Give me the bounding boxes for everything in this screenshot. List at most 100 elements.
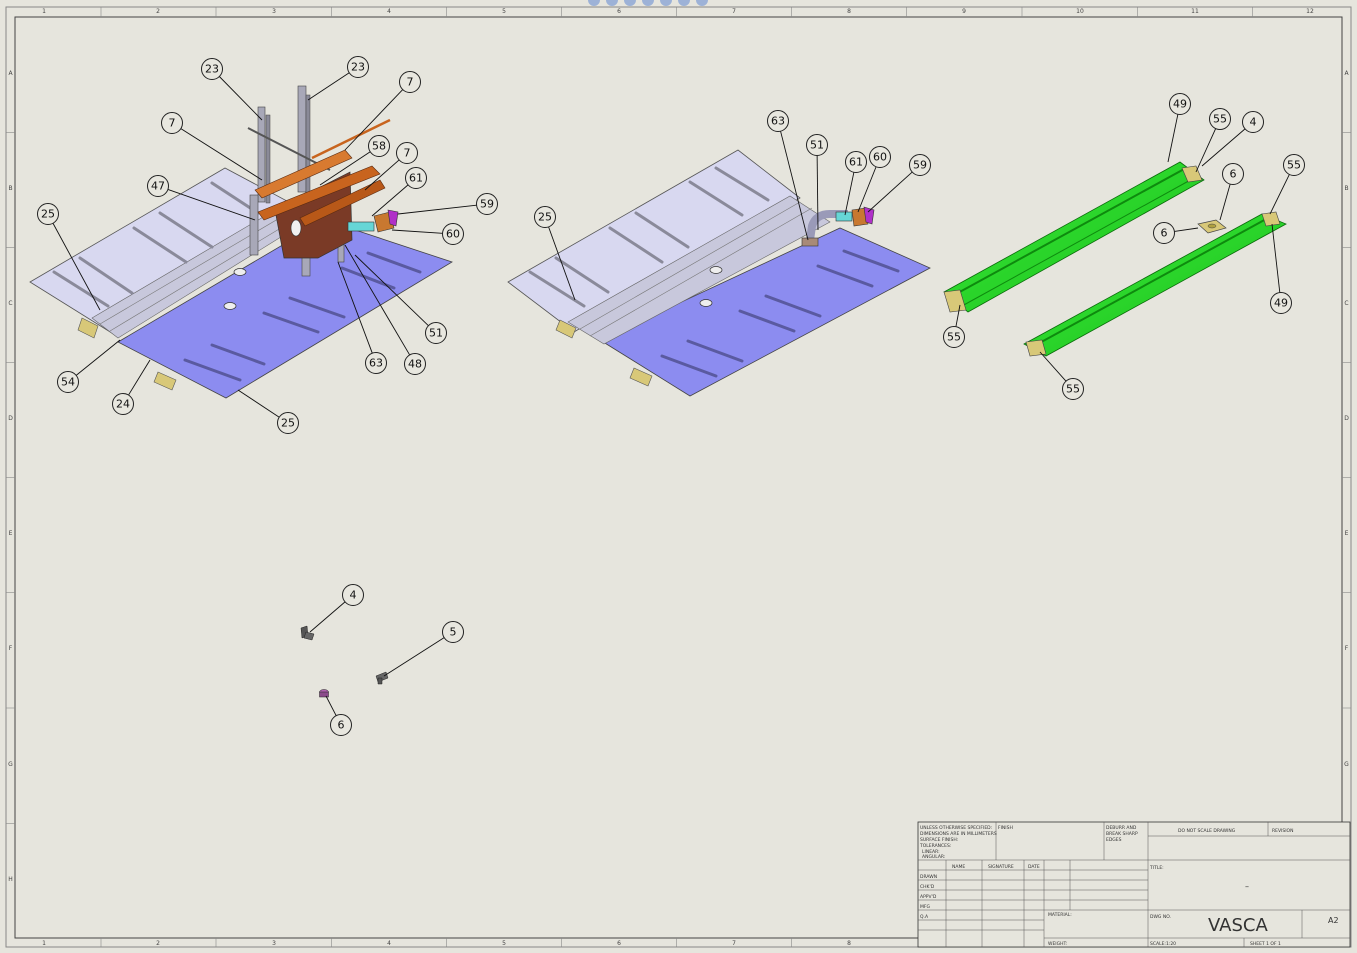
balloon-leader bbox=[857, 166, 877, 213]
zone-label-bottom: 7 bbox=[732, 940, 736, 947]
balloon-number: 59 bbox=[480, 198, 494, 211]
col-name-label: NAME bbox=[952, 864, 965, 870]
zone-label-bottom: 5 bbox=[502, 940, 506, 947]
balloon-7[interactable]: 7 bbox=[396, 142, 418, 164]
balloon-59[interactable]: 59 bbox=[476, 193, 498, 215]
zone-label-right: F bbox=[1345, 645, 1349, 652]
view-left-assembly bbox=[29, 85, 453, 399]
balloon-leader bbox=[844, 172, 855, 216]
zone-label-top: 1 bbox=[42, 8, 46, 15]
balloon-6[interactable]: 6 bbox=[1222, 163, 1244, 185]
balloon-leader bbox=[309, 601, 346, 633]
balloon-number: 48 bbox=[408, 358, 422, 371]
balloon-leader bbox=[1174, 227, 1199, 232]
general-note-line-4: TOLERANCES: bbox=[919, 843, 951, 849]
balloon-23[interactable]: 23 bbox=[201, 58, 223, 80]
balloon-leader bbox=[237, 389, 280, 418]
zone-label-top: 12 bbox=[1306, 8, 1314, 15]
zone-label-bottom: 2 bbox=[156, 940, 160, 947]
balloon-55[interactable]: 55 bbox=[943, 326, 965, 348]
balloon-51[interactable]: 51 bbox=[806, 134, 828, 156]
balloon-number: 7 bbox=[169, 117, 176, 130]
bracket-part-5 bbox=[375, 671, 389, 685]
balloon-47[interactable]: 47 bbox=[147, 175, 169, 197]
zone-label-bottom: 3 bbox=[272, 940, 276, 947]
balloon-25[interactable]: 25 bbox=[37, 203, 59, 225]
leader-lines bbox=[52, 72, 1290, 716]
balloon-60[interactable]: 60 bbox=[442, 223, 464, 245]
balloon-54[interactable]: 54 bbox=[57, 371, 79, 393]
balloon-leader bbox=[867, 171, 913, 213]
zone-label-top: 3 bbox=[272, 8, 276, 15]
balloon-leader bbox=[128, 359, 151, 396]
sheet-border bbox=[5, 6, 1352, 948]
balloon-leader bbox=[1269, 174, 1290, 215]
balloon-number: 58 bbox=[372, 140, 386, 153]
zone-label-top: 5 bbox=[502, 8, 506, 15]
general-note-line-6: ANGULAR: bbox=[922, 854, 945, 860]
balloon-49[interactable]: 49 bbox=[1169, 93, 1191, 115]
balloon-49[interactable]: 49 bbox=[1270, 292, 1292, 314]
sheet-size: A2 bbox=[1328, 916, 1339, 925]
balloon-number: 4 bbox=[350, 589, 357, 602]
balloon-leader bbox=[75, 339, 121, 376]
balloon-59[interactable]: 59 bbox=[909, 154, 931, 176]
view-middle-assembly bbox=[507, 149, 931, 397]
zone-label-top: 7 bbox=[732, 8, 736, 15]
deburr-note-3: EDGES bbox=[1106, 837, 1122, 843]
view-small-parts bbox=[300, 625, 389, 698]
balloon-number: 51 bbox=[429, 327, 443, 340]
balloon-61[interactable]: 61 bbox=[405, 167, 427, 189]
zone-label-left: F bbox=[9, 645, 13, 652]
balloon-60[interactable]: 60 bbox=[869, 146, 891, 168]
copper-bars bbox=[254, 118, 391, 227]
balloon-number: 7 bbox=[407, 76, 414, 89]
balloon-number: 55 bbox=[1287, 159, 1301, 172]
deburr-note-2: BREAK SHARP bbox=[1106, 831, 1138, 837]
zone-label-left: B bbox=[8, 185, 12, 192]
balloon-23[interactable]: 23 bbox=[347, 56, 369, 78]
balloon-48[interactable]: 48 bbox=[404, 353, 426, 375]
balloon-58[interactable]: 58 bbox=[368, 135, 390, 157]
title-dash: – bbox=[1245, 882, 1249, 891]
balloon-number: 55 bbox=[1066, 383, 1080, 396]
balloon-6[interactable]: 6 bbox=[330, 714, 352, 736]
balloon-number: 47 bbox=[151, 180, 165, 193]
balloon-6[interactable]: 6 bbox=[1153, 222, 1175, 244]
balloon-51[interactable]: 51 bbox=[425, 322, 447, 344]
balloon-7[interactable]: 7 bbox=[161, 112, 183, 134]
zone-label-right: C bbox=[1344, 300, 1348, 307]
balloon-55[interactable]: 55 bbox=[1062, 378, 1084, 400]
balloon-55[interactable]: 55 bbox=[1209, 108, 1231, 130]
balloon-number: 23 bbox=[351, 61, 365, 74]
balloon-63[interactable]: 63 bbox=[365, 352, 387, 374]
balloon-number: 61 bbox=[409, 172, 423, 185]
balloon-leader bbox=[397, 204, 477, 215]
zone-label-top: 6 bbox=[617, 8, 621, 15]
deburr-note-1: DEBURR AND bbox=[1106, 825, 1137, 831]
zone-label-right: D bbox=[1344, 415, 1349, 422]
balloon-4[interactable]: 4 bbox=[342, 584, 364, 606]
revision-label: REVISION bbox=[1272, 828, 1293, 834]
row-mfg: MFG bbox=[920, 904, 930, 910]
balloon-61[interactable]: 61 bbox=[845, 151, 867, 173]
balloon-5[interactable]: 5 bbox=[442, 621, 464, 643]
balloon-55[interactable]: 55 bbox=[1283, 154, 1305, 176]
col-signature-label: SIGNATURE bbox=[988, 864, 1014, 870]
balloon-24[interactable]: 24 bbox=[112, 393, 134, 415]
balloon-number: 60 bbox=[446, 228, 460, 241]
balloon-leader bbox=[383, 637, 445, 677]
balloon-25[interactable]: 25 bbox=[277, 412, 299, 434]
balloon-4[interactable]: 4 bbox=[1242, 111, 1264, 133]
balloon-25[interactable]: 25 bbox=[534, 206, 556, 228]
balloon-7[interactable]: 7 bbox=[399, 71, 421, 93]
zone-label-top: 4 bbox=[387, 8, 391, 15]
balloon-number: 4 bbox=[1250, 116, 1257, 129]
zone-label-top: 9 bbox=[962, 8, 966, 15]
drawing-title: VASCA bbox=[1208, 915, 1268, 936]
balloon-number: 25 bbox=[41, 208, 55, 221]
balloon-63[interactable]: 63 bbox=[767, 110, 789, 132]
zone-label-top: 2 bbox=[156, 8, 160, 15]
balloon-leader bbox=[325, 695, 337, 716]
weight-label: WEIGHT: bbox=[1048, 941, 1067, 947]
